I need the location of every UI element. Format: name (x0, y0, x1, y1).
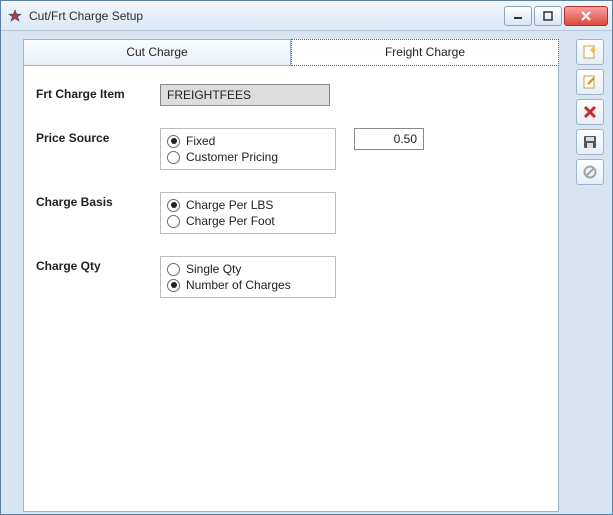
price-value-field[interactable]: 0.50 (354, 128, 424, 150)
radio-customer-pricing[interactable]: Customer Pricing (167, 149, 327, 165)
app-window: Cut/Frt Charge Setup Cut Charge Freight … (0, 0, 613, 515)
radio-label: Single Qty (186, 262, 241, 276)
label-charge-basis: Charge Basis (36, 192, 160, 209)
price-source-group: Fixed Customer Pricing (160, 128, 336, 170)
app-icon (7, 8, 23, 24)
charge-basis-group: Charge Per LBS Charge Per Foot (160, 192, 336, 234)
window-buttons (504, 6, 608, 26)
radio-label: Customer Pricing (186, 150, 278, 164)
tab-freight-charge[interactable]: Freight Charge (291, 39, 559, 66)
radio-icon (167, 263, 180, 276)
radio-icon (167, 215, 180, 228)
minimize-button[interactable] (504, 6, 532, 26)
row-charge-qty: Charge Qty Single Qty Number of Charges (36, 256, 546, 298)
radio-label: Number of Charges (186, 278, 291, 292)
label-frt-charge-item: Frt Charge Item (36, 84, 160, 101)
radio-label: Fixed (186, 134, 215, 148)
radio-icon (167, 199, 180, 212)
charge-qty-group: Single Qty Number of Charges (160, 256, 336, 298)
label-charge-qty: Charge Qty (36, 256, 160, 273)
edit-button[interactable] (576, 69, 604, 95)
row-charge-basis: Charge Basis Charge Per LBS Charge Per F… (36, 192, 546, 234)
save-button[interactable] (576, 129, 604, 155)
tab-body-freight: Frt Charge Item FREIGHTFEES Price Source… (23, 66, 559, 512)
radio-fixed[interactable]: Fixed (167, 133, 327, 149)
client-area: Cut Charge Freight Charge Frt Charge Ite… (1, 31, 612, 514)
radio-label: Charge Per Foot (186, 214, 275, 228)
new-button[interactable] (576, 39, 604, 65)
delete-button[interactable] (576, 99, 604, 125)
close-button[interactable] (564, 6, 608, 26)
radio-icon (167, 135, 180, 148)
tab-bar: Cut Charge Freight Charge (23, 39, 559, 66)
radio-label: Charge Per LBS (186, 198, 273, 212)
radio-single-qty[interactable]: Single Qty (167, 261, 327, 277)
radio-icon (167, 279, 180, 292)
row-frt-item: Frt Charge Item FREIGHTFEES (36, 84, 546, 106)
titlebar: Cut/Frt Charge Setup (1, 1, 612, 31)
tab-cut-charge[interactable]: Cut Charge (23, 39, 291, 66)
window-title: Cut/Frt Charge Setup (29, 9, 504, 23)
radio-number-of-charges[interactable]: Number of Charges (167, 277, 327, 293)
action-sidebar (576, 39, 606, 185)
radio-per-lbs[interactable]: Charge Per LBS (167, 197, 327, 213)
radio-per-foot[interactable]: Charge Per Foot (167, 213, 327, 229)
frt-charge-item-field[interactable]: FREIGHTFEES (160, 84, 330, 106)
radio-icon (167, 151, 180, 164)
maximize-button[interactable] (534, 6, 562, 26)
cancel-button[interactable] (576, 159, 604, 185)
label-price-source: Price Source (36, 128, 160, 145)
row-price-source: Price Source Fixed Customer Pricing 0.50 (36, 128, 546, 170)
